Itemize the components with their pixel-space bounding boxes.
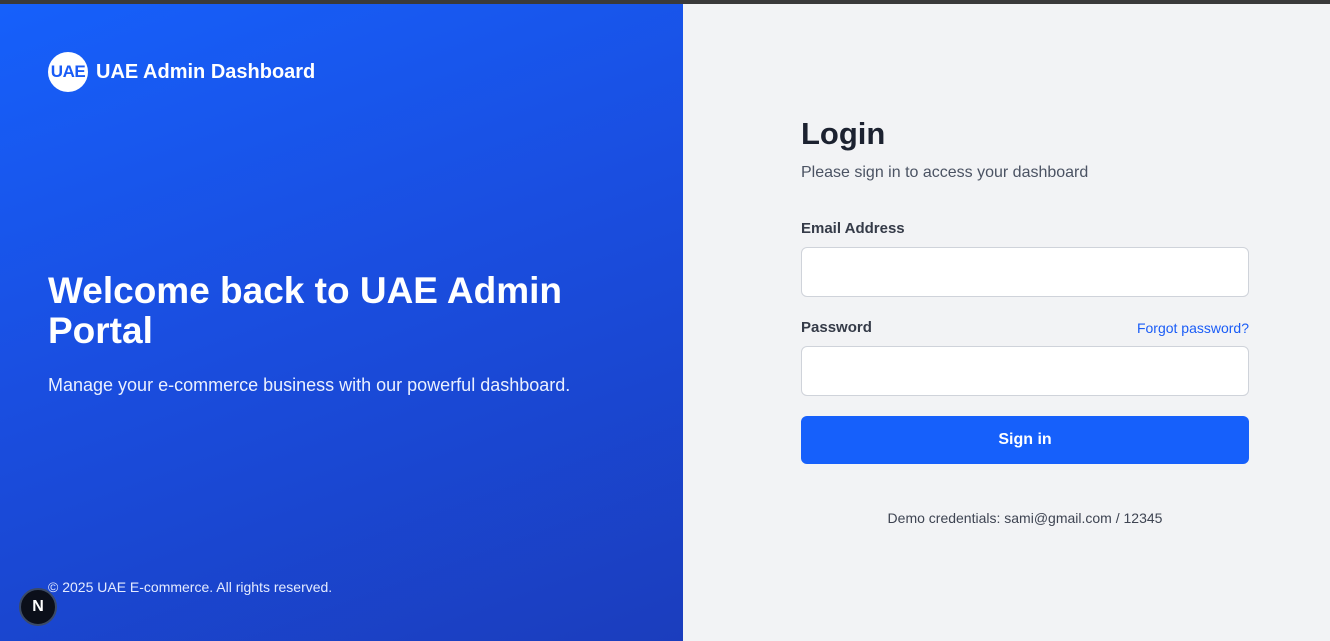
sign-in-button[interactable]: Sign in [801,416,1249,464]
brand-name: UAE Admin Dashboard [96,60,316,83]
forgot-password-link[interactable]: Forgot password? [1137,320,1249,336]
login-panel: Login Please sign in to access your dash… [683,4,1330,641]
hero: Welcome back to UAE Admin Portal Manage … [48,271,628,396]
hero-title: Welcome back to UAE Admin Portal [48,270,562,351]
login-title: Login [801,116,886,151]
email-field[interactable] [801,247,1249,297]
password-label: Password [801,319,872,336]
password-field[interactable] [801,346,1249,396]
login-subtitle: Please sign in to access your dashboard [801,164,1089,181]
brand-logo: UAE [48,52,88,92]
hero-subtitle: Manage your e-commerce business with our… [48,375,571,395]
login-form: Login Please sign in to access your dash… [801,116,1249,526]
copyright-text: © 2025 UAE E-commerce. All rights reserv… [48,579,333,595]
email-label: Email Address [801,220,905,237]
brand[interactable]: UAE UAE Admin Dashboard [48,52,315,92]
welcome-panel: UAE UAE Admin Dashboard Welcome back to … [0,4,683,641]
password-label-row: Password Forgot password? [801,319,1249,336]
nextjs-dev-icon[interactable]: N [19,588,57,626]
demo-credentials: Demo credentials: sami@gmail.com / 12345 [887,510,1163,526]
